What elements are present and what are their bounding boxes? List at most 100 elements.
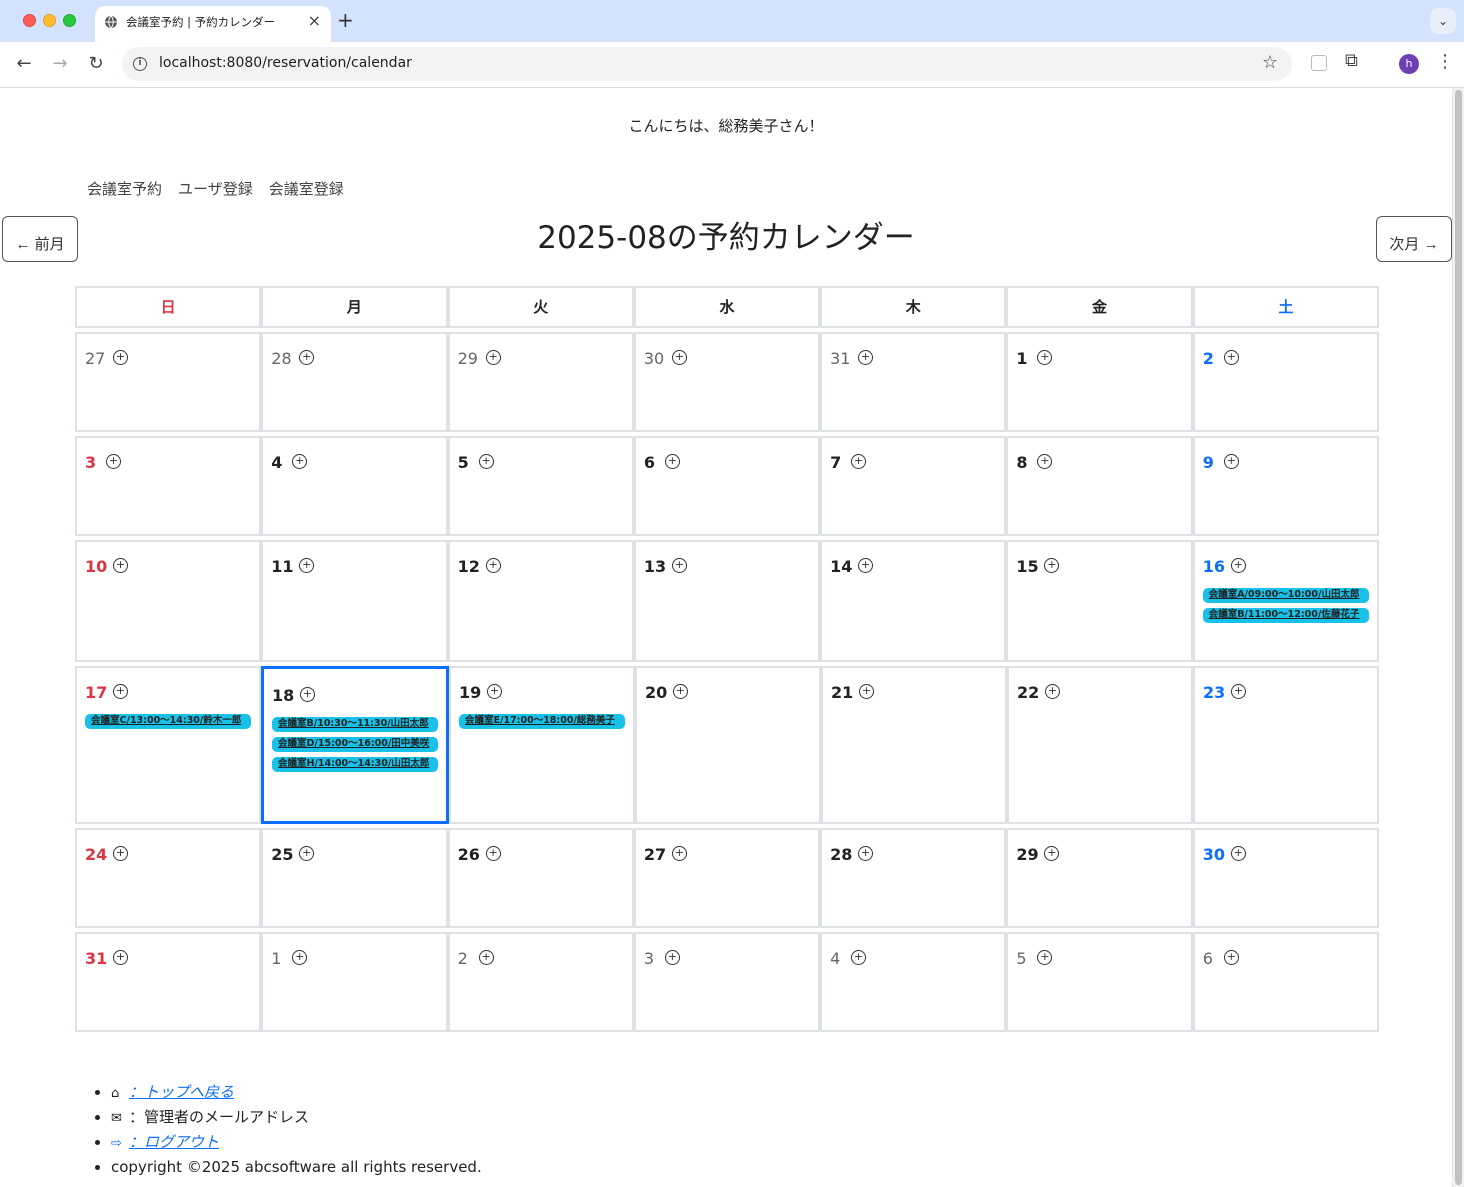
calendar-day-cell: 3 + [75,436,262,536]
add-reservation-icon[interactable]: + [485,558,501,573]
day-number: 2 [457,949,468,968]
add-reservation-icon[interactable]: + [292,950,308,965]
add-reservation-icon[interactable]: + [1231,684,1246,699]
tab-title: 会議室予約 | 予約カレンダー [126,15,276,29]
menu-item-room-register[interactable]: 会議室登録 [269,178,344,199]
weekday-sat: 土 [1192,286,1379,328]
url-text[interactable]: localhost:8080/reservation/calendar [159,55,412,71]
calendar-day-cell: 1 + [1006,332,1193,432]
add-reservation-icon[interactable]: + [858,846,874,861]
day-number: 4 [271,453,283,472]
logout-icon: ⇨ [111,1136,122,1151]
add-reservation-icon[interactable]: + [113,684,128,699]
add-reservation-icon[interactable]: + [858,558,874,573]
globe-icon [105,15,117,29]
calendar-day-cell: 6 + [1192,932,1379,1032]
reservation-event[interactable]: 会議室C/13:00〜14:30/鈴木一郎 [85,714,251,729]
reservation-event[interactable]: 会議室B/11:00〜12:00/佐藤花子 [1202,608,1369,623]
browser-tab[interactable]: 会議室予約 | 予約カレンダー × [95,6,331,42]
calendar-day-cell: 21 + [821,666,1007,824]
add-reservation-icon[interactable]: + [851,950,867,965]
add-reservation-icon[interactable]: + [485,846,501,861]
add-reservation-icon[interactable]: + [292,454,308,469]
new-tab-icon[interactable]: + [337,8,354,32]
add-reservation-icon[interactable]: + [671,350,687,365]
add-reservation-icon[interactable]: + [113,846,128,861]
calendar-day-cell: 27 + [75,332,262,432]
reservation-event[interactable]: 会議室D/15:00〜16:00/田中美咲 [272,737,438,752]
reservation-event[interactable]: 会議室H/14:00〜14:30/山田太郎 [272,757,438,772]
browser-titlebar: 会議室予約 | 予約カレンダー × + ⌄ [0,0,1464,42]
add-reservation-icon[interactable]: + [478,454,494,469]
add-reservation-icon[interactable]: + [673,684,688,699]
forward-arrow-icon[interactable]: → [48,52,72,76]
top-link[interactable]: ：トップへ戻る [129,1083,234,1101]
reservation-event[interactable]: 会議室B/10:30〜11:30/山田太郎 [272,717,438,732]
add-reservation-icon[interactable]: + [671,558,687,573]
menu-item-user-register[interactable]: ユーザ登録 [178,178,253,199]
add-reservation-icon[interactable]: + [1223,350,1239,365]
reservation-event[interactable]: 会議室A/09:00〜10:00/山田太郎 [1202,588,1369,603]
extension-icon[interactable] [1311,55,1327,71]
add-reservation-icon[interactable]: + [664,950,680,965]
add-reservation-icon[interactable]: + [478,950,494,965]
browser-menu-icon[interactable]: ⋮ [1436,51,1454,72]
calendar-day-cell-today: 18 + 会議室B/10:30〜11:30/山田太郎 会議室D/15:00〜16:00… [261,666,449,824]
add-reservation-icon[interactable]: + [113,950,128,965]
reload-icon[interactable]: ↻ [84,52,108,76]
scrollbar-thumb[interactable] [1455,90,1462,1185]
tab-search-chevron-icon[interactable]: ⌄ [1430,8,1456,34]
add-reservation-icon[interactable]: + [1230,846,1246,861]
add-reservation-icon[interactable]: + [487,684,502,699]
calendar-day-cell: 26 + [447,828,634,928]
page-scrollbar[interactable] [1452,88,1464,1187]
add-reservation-icon[interactable]: + [859,684,874,699]
calendar-day-cell: 30 + [1192,828,1379,928]
calendar-day-cell: 30 + [633,332,821,432]
add-reservation-icon[interactable]: + [106,454,121,469]
day-number: 19 [459,683,482,702]
extensions-puzzle-icon[interactable]: ⧉ [1345,50,1358,71]
add-reservation-icon[interactable]: + [299,846,315,861]
weekday-tue: 火 [447,286,634,328]
add-reservation-icon[interactable]: + [858,350,874,365]
calendar-day-cell: 9 + [1192,436,1379,536]
add-reservation-icon[interactable]: + [1037,454,1053,469]
add-reservation-icon[interactable]: + [664,454,680,469]
calendar-day-cell: 4 + [820,932,1007,1032]
reservation-event[interactable]: 会議室E/17:00〜18:00/総務美子 [459,714,625,729]
add-reservation-icon[interactable]: + [1037,950,1053,965]
add-reservation-icon[interactable]: + [671,846,687,861]
add-reservation-icon[interactable]: + [113,558,128,573]
back-arrow-icon[interactable]: ← [12,52,36,76]
add-reservation-icon[interactable]: + [1223,454,1239,469]
maximize-window-button[interactable] [63,14,76,27]
add-reservation-icon[interactable]: + [300,687,315,702]
add-reservation-icon[interactable]: + [1230,558,1246,573]
add-reservation-icon[interactable]: + [1044,558,1060,573]
address-bar[interactable]: i localhost:8080/reservation/calendar ☆ [122,47,1292,81]
add-reservation-icon[interactable]: + [1045,684,1060,699]
tab-close-icon[interactable]: × [308,11,321,30]
day-number: 29 [1016,845,1039,864]
profile-avatar[interactable]: h [1399,54,1419,74]
add-reservation-icon[interactable]: + [851,454,867,469]
calendar-week-row: 10 +11 +12 +13 +14 +15 +16 + 会議室A/09:00〜10:00/山田… [75,540,1379,662]
site-info-icon[interactable]: i [133,57,147,71]
add-reservation-icon[interactable]: + [1223,950,1239,965]
add-reservation-icon[interactable]: + [113,350,128,365]
day-number: 5 [1016,949,1027,968]
menu-item-reservation[interactable]: 会議室予約 [87,178,162,199]
bookmark-star-icon[interactable]: ☆ [1262,52,1278,73]
add-reservation-icon[interactable]: + [299,350,315,365]
logout-link[interactable]: ：ログアウト [129,1133,219,1151]
add-reservation-icon[interactable]: + [1044,846,1060,861]
add-reservation-icon[interactable]: + [299,558,315,573]
add-reservation-icon[interactable]: + [1037,350,1053,365]
minimize-window-button[interactable] [43,14,56,27]
add-reservation-icon[interactable]: + [485,350,501,365]
calendar-day-cell: 4 + [261,436,448,536]
calendar-day-cell: 15 + [1006,540,1193,662]
close-window-button[interactable] [23,14,36,27]
next-month-button[interactable]: 次月 → [1376,216,1452,262]
